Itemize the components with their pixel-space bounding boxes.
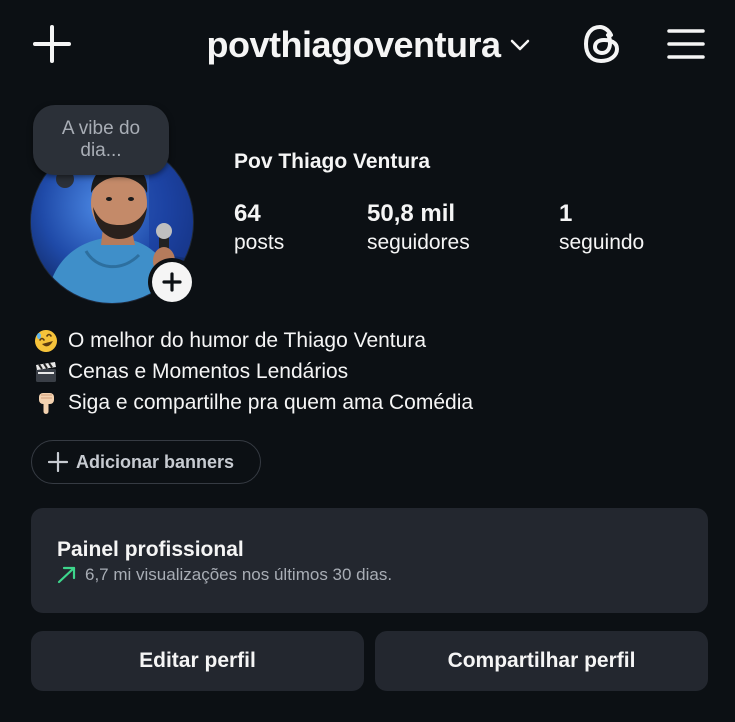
menu-button[interactable] — [662, 20, 710, 68]
bio: O melhor do humor de Thiago Ventura Cena… — [32, 325, 692, 418]
create-button[interactable] — [30, 22, 74, 66]
edit-profile-button[interactable]: Editar perfil — [31, 631, 364, 691]
bio-text: O melhor do humor de Thiago Ventura — [68, 329, 426, 352]
professional-dashboard-title: Painel profissional — [57, 538, 244, 561]
edit-profile-label: Editar perfil — [139, 649, 256, 672]
stat-label: seguidores — [367, 231, 470, 254]
plus-icon — [33, 25, 71, 63]
stat-label: posts — [234, 231, 285, 254]
trending-up-arrow-icon — [57, 566, 76, 584]
add-banners-label: Adicionar banners — [76, 451, 235, 472]
stat-following[interactable]: 1 seguindo — [559, 200, 644, 256]
hamburger-menu-icon — [667, 29, 705, 59]
stat-followers[interactable]: 50,8 mil seguidores — [367, 200, 470, 256]
rolling-laughing-emoji-icon — [32, 327, 60, 355]
stat-label: seguindo — [559, 231, 645, 254]
threads-button[interactable] — [578, 20, 626, 68]
share-profile-button[interactable]: Compartilhar perfil — [375, 631, 708, 691]
pointing-down-emoji-icon — [32, 389, 60, 417]
note-text: A vibe do dia... — [61, 118, 141, 161]
threads-icon — [584, 25, 619, 63]
stat-value: 50,8 mil — [367, 200, 456, 227]
views-summary: 6,7 mi visualizações nos últimos 30 dias… — [85, 565, 393, 584]
add-story-button[interactable] — [148, 258, 196, 306]
share-profile-label: Compartilhar perfil — [447, 649, 636, 672]
bio-line: Cenas e Momentos Lendários — [32, 356, 692, 387]
stat-value: 64 — [234, 200, 261, 227]
chevron-down-icon — [510, 39, 529, 51]
bio-line: O melhor do humor de Thiago Ventura — [32, 325, 692, 356]
add-banners-button[interactable]: Adicionar banners — [31, 440, 261, 484]
add-story-circle — [152, 262, 192, 302]
professional-dashboard-subtitle: 6,7 mi visualizações nos últimos 30 dias… — [57, 565, 392, 585]
account-switcher[interactable]: povthiagoventura — [206, 24, 530, 66]
note-bubble[interactable]: A vibe do dia... — [33, 105, 169, 175]
professional-dashboard-card[interactable]: Painel profissional 6,7 mi visualizações… — [31, 508, 708, 613]
display-name: Pov Thiago Ventura — [234, 150, 431, 173]
bio-line: Siga e compartilhe pra quem ama Comédia — [32, 387, 692, 418]
username: povthiagoventura — [206, 24, 501, 65]
clapper-board-emoji-icon — [32, 358, 60, 386]
bio-text: Cenas e Momentos Lendários — [68, 360, 349, 383]
plus-icon — [162, 272, 182, 292]
plus-icon — [48, 452, 68, 472]
stat-value: 1 — [559, 200, 573, 227]
stat-posts[interactable]: 64 posts — [234, 200, 284, 256]
bio-text: Siga e compartilhe pra quem ama Comédia — [68, 391, 474, 414]
